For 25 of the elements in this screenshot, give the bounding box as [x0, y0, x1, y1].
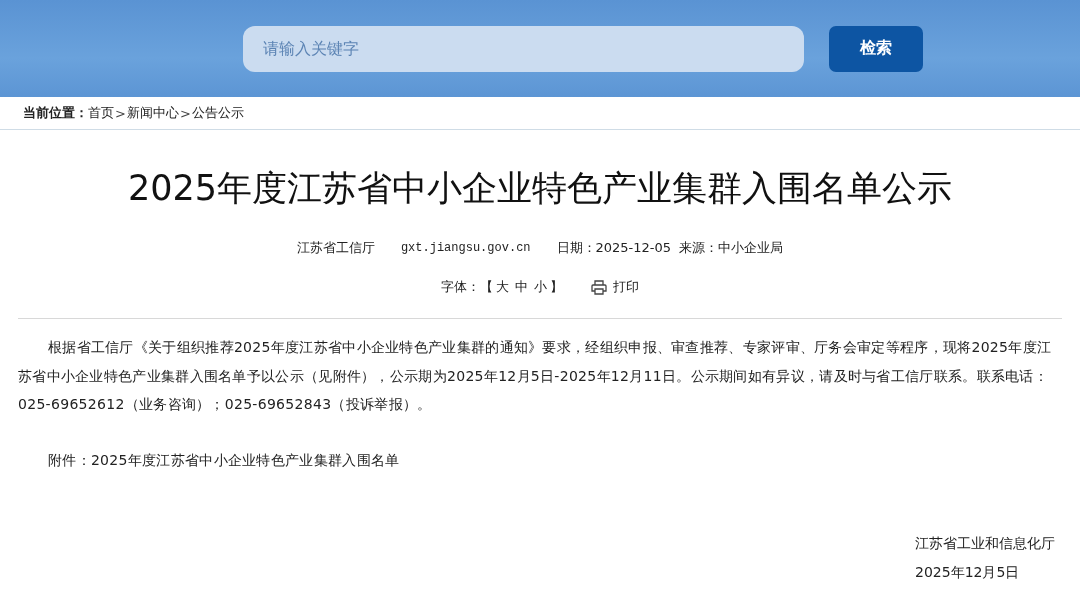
font-size-link[interactable]: 大 [496, 278, 509, 296]
bracket-text: 】 [550, 278, 563, 296]
signature-text: 2025年12月5日 [915, 563, 1020, 582]
breadcrumb-separator: > [179, 105, 191, 121]
font-size-link[interactable]: 中 [515, 278, 528, 296]
font-size-link[interactable]: 小 [534, 278, 547, 296]
breadcrumb-separator: > [115, 105, 126, 121]
date-text: 日期：2025-12-05 [556, 239, 672, 257]
printer-icon [591, 279, 607, 295]
print-link[interactable]: 打印 [591, 278, 639, 296]
body-paragraph: 附件：2025年度江苏省中小企业特色产业集群入围名单 [47, 450, 401, 470]
font-size-label: 字体： [441, 278, 480, 296]
breadcrumb-link[interactable]: 首页 [88, 104, 114, 122]
article-title: 2025年度江苏省中小企业特色产业集群入围名单公示 [126, 168, 954, 208]
breadcrumb-link[interactable]: 新闻中心 [126, 104, 179, 122]
body-paragraph: 根据省工信厅《关于组织推荐2025年度江苏省中小企业特色产业集群的通知》要求，经组织申报、审查推荐、专家评审、厅务会审定等程序，现将2025年度江苏省中小企业特色产业集群入围名单予以公示（见附件），公示期为2025年12月5日-2025年12月11日。公示期间如有异议，请及时与省工信厅联系。联系电话：025-69652612（业务咨询）；025-69652843（投诉举报）。 [18, 338, 1053, 414]
breadcrumb-link[interactable]: 公告公示 [191, 104, 244, 122]
publisher-text: 江苏省工信厅 [296, 239, 375, 257]
search-field[interactable]: 请输入关键字 [242, 25, 804, 72]
bracket-text: 【 [480, 278, 493, 296]
source-text: 来源：中小企业局 [679, 239, 784, 257]
signature-text: 江苏省工业和信息化厅 [915, 534, 1055, 553]
site-url: gxt.jiangsu.gov.cn [400, 241, 531, 255]
breadcrumb-label: 当前位置： [23, 104, 88, 122]
search-button[interactable]: 检索 [828, 25, 923, 72]
